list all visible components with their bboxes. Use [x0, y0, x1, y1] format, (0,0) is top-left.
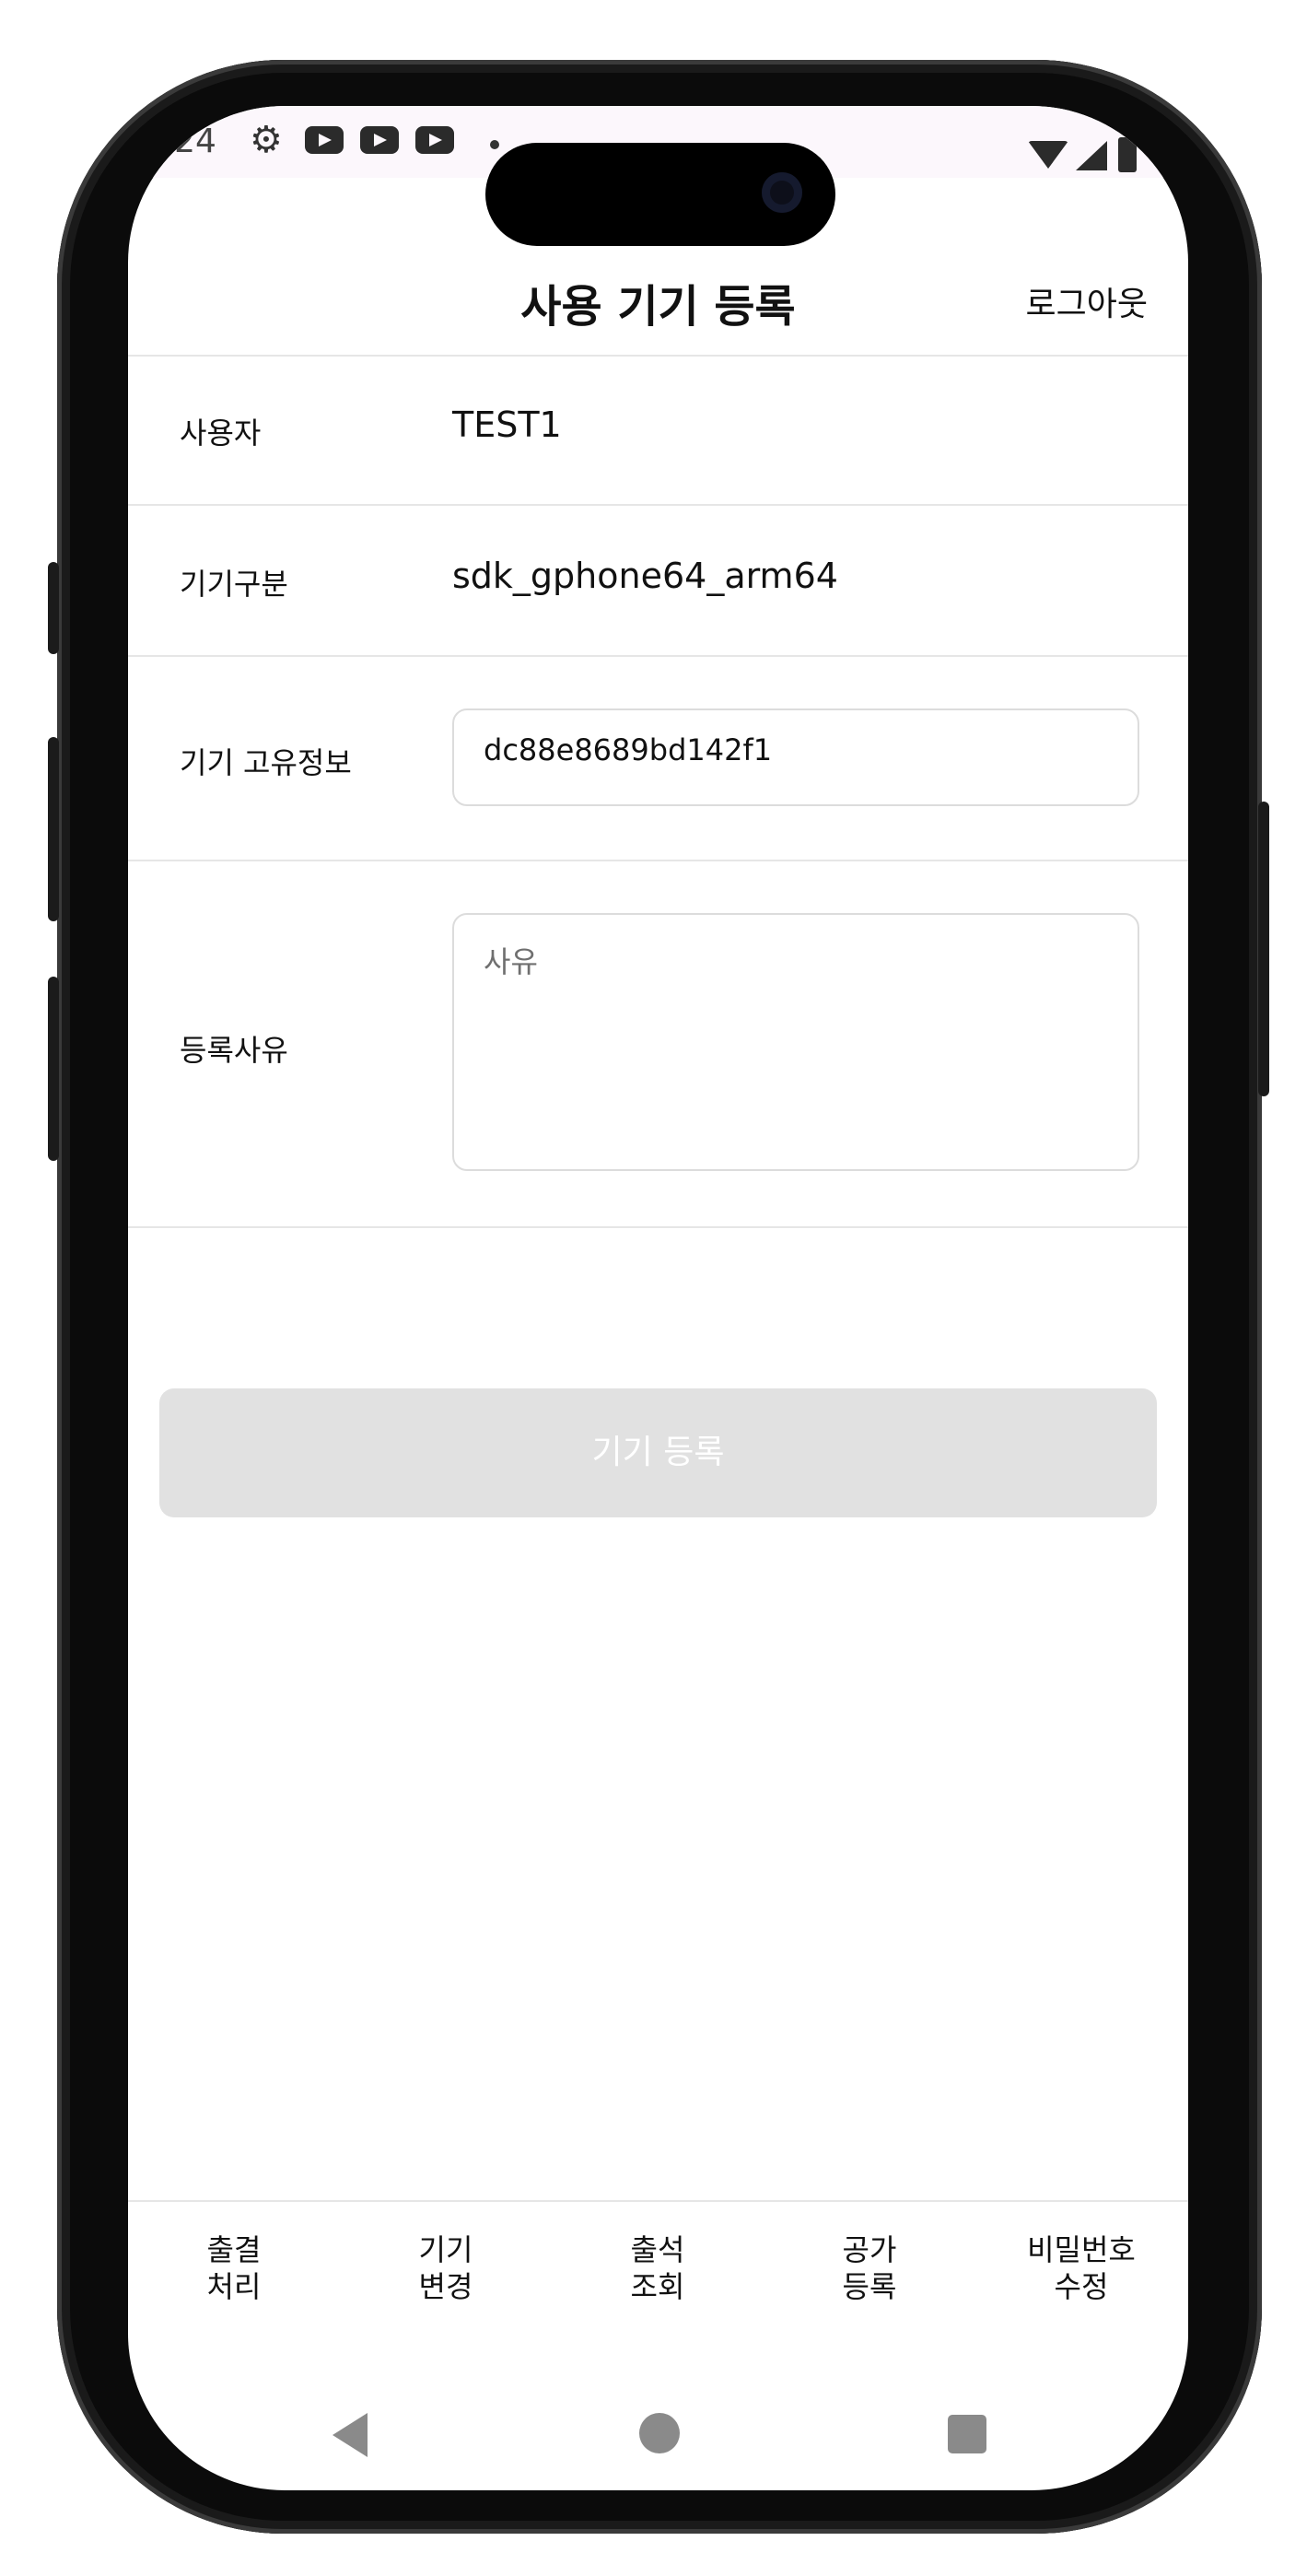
nav-attendance-view[interactable]: 출석 조회 [552, 2231, 764, 2305]
back-icon[interactable] [333, 2413, 368, 2457]
nav-label-line1: 공가 [842, 2232, 897, 2267]
app-screen: :24 ⚙ 사용 기기 등록 로그아웃 사용자 TEST1 기기구분 sdk_g… [128, 106, 1188, 2490]
nav-label-line1: 비밀번호 [1027, 2232, 1136, 2267]
logout-button[interactable]: 로그아웃 [1026, 277, 1148, 325]
device-type-value: sdk_gphone64_arm64 [452, 556, 838, 596]
user-label: 사용자 [180, 416, 262, 451]
camera-icon [762, 172, 802, 213]
phone-power-button [1258, 802, 1269, 1096]
status-time: :24 [163, 123, 216, 160]
device-id-value: dc88e8689bd142f1 [484, 732, 773, 767]
status-right-icons [1022, 121, 1137, 172]
device-type-row: 기기구분 sdk_gphone64_arm64 [128, 506, 1188, 657]
dynamic-island [485, 143, 835, 246]
home-icon[interactable] [639, 2413, 680, 2453]
youtube-icon [415, 126, 454, 154]
nav-device-change[interactable]: 기기 변경 [340, 2231, 552, 2305]
phone-volume-down-button [48, 977, 59, 1161]
phone-action-button [48, 562, 59, 654]
wifi-icon [1028, 141, 1068, 169]
nav-label-line1: 기기 [418, 2232, 473, 2267]
device-id-row: 기기 고유정보 dc88e8689bd142f1 [128, 657, 1188, 861]
reason-textarea[interactable]: 사유 [452, 913, 1139, 1171]
device-id-label: 기기 고유정보 [180, 745, 352, 780]
battery-icon [1118, 137, 1137, 172]
user-row: 사용자 TEST1 [128, 357, 1188, 506]
signal-icon [1076, 141, 1107, 170]
nav-official-leave[interactable]: 공가 등록 [764, 2231, 975, 2305]
device-id-field[interactable]: dc88e8689bd142f1 [452, 708, 1139, 806]
system-nav-bar [128, 2391, 1188, 2483]
nav-label-line1: 출석 [630, 2232, 685, 2267]
reason-placeholder: 사유 [484, 944, 538, 979]
phone-volume-up-button [48, 737, 59, 921]
nav-label-line2: 수정 [1054, 2269, 1109, 2304]
register-device-button[interactable]: 기기 등록 [159, 1388, 1157, 1517]
top-bar: 사용 기기 등록 로그아웃 [128, 244, 1188, 357]
reason-row: 등록사유 사유 [128, 861, 1188, 1228]
user-value: TEST1 [452, 404, 562, 445]
dot-icon [490, 140, 499, 149]
nav-label-line1: 출결 [206, 2232, 262, 2267]
reason-label: 등록사유 [180, 1033, 288, 1068]
recents-icon[interactable] [948, 2415, 986, 2453]
nav-label-line2: 처리 [206, 2269, 262, 2304]
nav-label-line2: 등록 [842, 2269, 897, 2304]
youtube-icon [360, 126, 399, 154]
bottom-nav: 출결 처리 기기 변경 출석 조회 공가 등록 비밀번호 수정 [128, 2200, 1188, 2349]
nav-label-line2: 변경 [418, 2269, 473, 2304]
gear-icon: ⚙ [250, 119, 283, 161]
nav-change-password[interactable]: 비밀번호 수정 [975, 2231, 1187, 2305]
youtube-icon [305, 126, 344, 154]
nav-label-line2: 조회 [630, 2269, 685, 2304]
nav-attendance-processing[interactable]: 출결 처리 [128, 2231, 340, 2305]
device-type-label: 기기구분 [180, 567, 288, 602]
